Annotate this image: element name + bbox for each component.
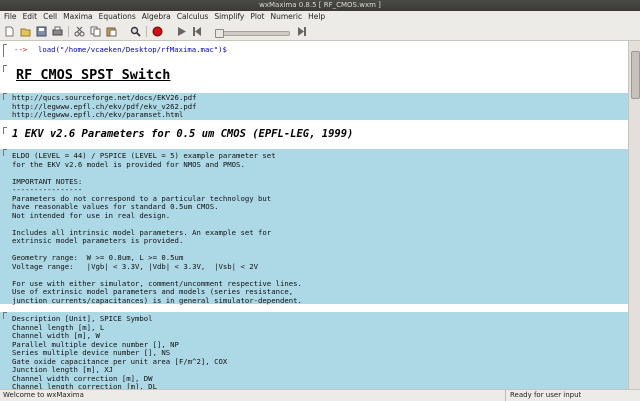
worksheet-title: RF CMOS SPST Switch: [16, 67, 171, 83]
menu-cell[interactable]: Cell: [41, 12, 59, 21]
menu-algebra[interactable]: Algebra: [140, 12, 173, 21]
slider-knob[interactable]: [215, 29, 224, 38]
menu-equations[interactable]: Equations: [97, 12, 138, 21]
status-message: Welcome to wxMaxima: [3, 391, 84, 399]
menu-maxima[interactable]: Maxima: [61, 12, 95, 21]
toolbar: [0, 23, 640, 41]
status-bar: Welcome to wxMaxima Ready for user input: [0, 389, 640, 401]
title-cell[interactable]: RF CMOS SPST Switch: [0, 63, 628, 89]
menu-plot[interactable]: Plot: [248, 12, 266, 21]
input-code[interactable]: load("/home/vcaeken/Desktop/rfMaxima.mac…: [38, 45, 227, 55]
find-icon[interactable]: [130, 26, 141, 37]
step-forward-icon[interactable]: [296, 26, 307, 37]
menu-numeric[interactable]: Numeric: [269, 12, 305, 21]
scrollbar-thumb[interactable]: [631, 51, 640, 99]
menu-help[interactable]: Help: [306, 12, 327, 21]
cell-bracket[interactable]: [3, 44, 7, 57]
cell-bracket[interactable]: [3, 312, 7, 319]
copy-icon[interactable]: [90, 26, 101, 37]
toolbar-separator: [68, 26, 69, 37]
notes-cell[interactable]: ELDO (LEVEL = 44) / PSPICE (LEVEL = 5) e…: [0, 149, 628, 304]
open-folder-icon[interactable]: [20, 26, 31, 37]
cut-icon[interactable]: [74, 26, 85, 37]
input-prompt: -->: [14, 45, 28, 54]
print-icon[interactable]: [52, 26, 63, 37]
save-icon[interactable]: [36, 26, 47, 37]
menu-simplify[interactable]: Simplify: [212, 12, 246, 21]
params-text: Description [Unit], SPICE Symbol Channel…: [12, 314, 228, 389]
worksheet[interactable]: --> load("/home/vcaeken/Desktop/rfMaxima…: [0, 41, 628, 389]
paste-icon[interactable]: [106, 26, 117, 37]
step-back-icon[interactable]: [192, 26, 203, 37]
menu-file[interactable]: File: [2, 12, 19, 21]
params-cell[interactable]: Description [Unit], SPICE Symbol Channel…: [0, 312, 628, 389]
menu-calculus[interactable]: Calculus: [175, 12, 211, 21]
status-ready: Ready for user input: [505, 390, 581, 401]
cell-bracket[interactable]: [3, 149, 7, 156]
input-cell[interactable]: --> load("/home/vcaeken/Desktop/rfMaxima…: [0, 44, 628, 58]
notes-text: ELDO (LEVEL = 44) / PSPICE (LEVEL = 5) e…: [12, 151, 302, 305]
window-title: wxMaxima 0.8.5 [ RF_CMOS.wxm ]: [259, 1, 381, 9]
cell-bracket[interactable]: [3, 127, 7, 134]
play-icon[interactable]: [176, 26, 187, 37]
menu-edit[interactable]: Edit: [21, 12, 40, 21]
section-cell[interactable]: 1 EKV v2.6 Parameters for 0.5 um CMOS (E…: [0, 124, 628, 146]
new-document-icon[interactable]: [4, 26, 15, 37]
cell-bracket[interactable]: [3, 65, 7, 72]
cell-bracket[interactable]: [3, 93, 7, 100]
animation-slider[interactable]: [215, 29, 290, 38]
window-titlebar: wxMaxima 0.8.5 [ RF_CMOS.wxm ]: [0, 0, 640, 11]
vertical-scrollbar[interactable]: [628, 41, 640, 389]
toolbar-separator: [146, 26, 147, 37]
links-cell[interactable]: http://qucs.sourceforge.net/docs/EKV26.p…: [0, 93, 628, 120]
interrupt-icon[interactable]: [152, 26, 163, 37]
section-heading: 1 EKV v2.6 Parameters for 0.5 um CMOS (E…: [12, 128, 354, 140]
menu-bar: File Edit Cell Maxima Equations Algebra Calcul…: [0, 11, 640, 23]
links-text: http://qucs.sourceforge.net/docs/EKV26.p…: [12, 93, 197, 119]
